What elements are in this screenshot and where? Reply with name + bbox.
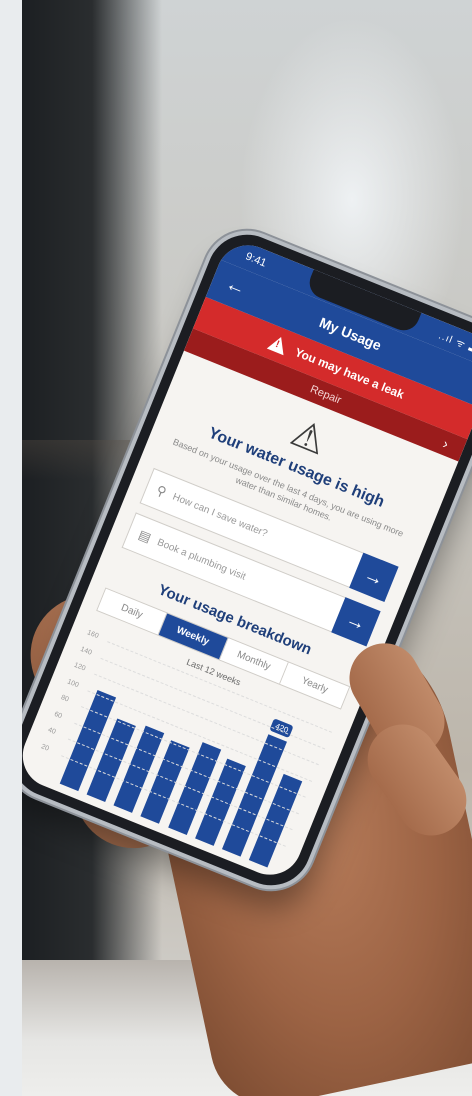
y-tick-label: 60 [53, 710, 64, 720]
status-time: 9:41 [243, 250, 269, 270]
back-arrow-icon[interactable]: ← [222, 272, 249, 301]
y-tick-label: 40 [46, 726, 57, 736]
y-tick-label: 20 [40, 742, 51, 753]
chevron-right-icon: › [440, 435, 452, 452]
y-tick-label: 120 [72, 661, 87, 673]
y-tick-label: 100 [66, 677, 80, 689]
search-icon: ⚲ [154, 482, 169, 500]
y-tick-label: 80 [59, 694, 70, 704]
repair-label: Repair [308, 383, 343, 407]
report-icon: ▤ [136, 526, 154, 546]
plumbing-visit-text: Book a plumbing visit [155, 536, 248, 583]
warning-icon: ! [266, 333, 290, 356]
background-photo: 9:41 ..ıl ᯤ ▬ ← My Usage ! You may have … [22, 0, 472, 1096]
y-tick-label: 140 [79, 645, 93, 657]
